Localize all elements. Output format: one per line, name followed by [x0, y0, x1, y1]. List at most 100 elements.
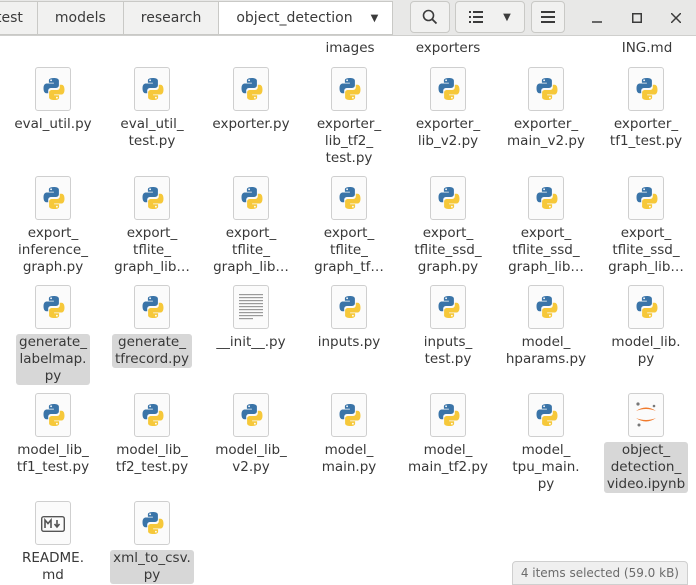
- file-item[interactable]: model_lib_ v2.py: [205, 393, 297, 476]
- breadcrumb: test models research object_detection ▼: [0, 0, 394, 36]
- breadcrumb-models[interactable]: models: [37, 1, 124, 35]
- file-name: inputs_ test.py: [423, 334, 473, 367]
- file-name: eval_util_ test.py: [120, 116, 184, 149]
- breadcrumb-label: object_detection: [236, 10, 353, 26]
- file-item[interactable]: model_ hparams.py: [500, 285, 592, 368]
- partial-item-label[interactable]: ING.md: [607, 40, 687, 56]
- file-item[interactable]: model_ tpu_main. py: [500, 393, 592, 493]
- python-icon: [142, 187, 164, 209]
- file-item[interactable]: inputs.py: [303, 285, 395, 351]
- file-item[interactable]: export_ tflite_ssd_ graph_lib…: [600, 176, 692, 276]
- file-icon: [134, 285, 170, 329]
- file-icon: [233, 176, 269, 220]
- file-item[interactable]: README. md: [7, 501, 99, 584]
- file-icon: [628, 285, 664, 329]
- maximize-button[interactable]: [625, 6, 649, 30]
- file-name: model_lib_ v2.py: [215, 442, 287, 475]
- file-name: model_lib. py: [611, 334, 681, 367]
- file-icon: [430, 67, 466, 111]
- chevron-down-icon: ▼: [370, 12, 379, 24]
- minimize-button[interactable]: [585, 6, 609, 30]
- file-icon: [331, 393, 367, 437]
- file-name: exporter_ lib_tf2_ test.py: [316, 116, 382, 166]
- jupyter-icon: [636, 402, 656, 427]
- python-icon: [339, 296, 361, 318]
- search-button[interactable]: [410, 1, 450, 33]
- file-name: export_ tflite_ssd_ graph_lib…: [508, 225, 584, 275]
- file-item[interactable]: exporter.py: [205, 67, 297, 133]
- file-name: model_ main.py: [321, 442, 377, 475]
- file-item[interactable]: inputs_ test.py: [402, 285, 494, 368]
- maximize-icon: [632, 13, 642, 23]
- breadcrumb-label: models: [54, 10, 106, 26]
- file-name: exporter_ lib_v2.py: [415, 116, 481, 149]
- file-name: inputs.py: [317, 334, 381, 350]
- file-item[interactable]: eval_util.py: [7, 67, 99, 133]
- file-item[interactable]: eval_util_ test.py: [106, 67, 198, 150]
- file-item[interactable]: exporter_ lib_v2.py: [402, 67, 494, 150]
- file-icon: [331, 285, 367, 329]
- python-icon: [142, 512, 164, 534]
- hamburger-icon: [541, 11, 555, 23]
- breadcrumb-research[interactable]: research: [123, 1, 220, 35]
- file-icon: [628, 393, 664, 437]
- file-name: export_ tflite_ssd_ graph.py: [414, 225, 482, 275]
- partial-item-label[interactable]: exporters: [408, 40, 488, 56]
- file-icon: [134, 176, 170, 220]
- file-name: exporter_ main_v2.py: [507, 116, 585, 149]
- file-item[interactable]: export_ inference_ graph.py: [7, 176, 99, 276]
- close-button[interactable]: [664, 6, 688, 30]
- file-item[interactable]: export_ tflite_ graph_tf…: [303, 176, 395, 276]
- python-icon: [43, 187, 65, 209]
- file-name: model_lib_ tf1_test.py: [16, 442, 90, 475]
- file-item[interactable]: model_ main_tf2.py: [402, 393, 494, 476]
- file-item[interactable]: model_ main.py: [303, 393, 395, 476]
- partial-item-label[interactable]: images: [310, 40, 390, 56]
- file-item[interactable]: generate_ tfrecord.py: [106, 285, 198, 368]
- breadcrumb-object-detection[interactable]: object_detection ▼: [219, 1, 394, 35]
- file-name: export_ tflite_ graph_lib…: [213, 225, 289, 275]
- file-item[interactable]: export_ tflite_ graph_lib…: [106, 176, 198, 276]
- file-item[interactable]: export_ tflite_ graph_lib…: [205, 176, 297, 276]
- file-item[interactable]: export_ tflite_ssd_ graph.py: [402, 176, 494, 276]
- breadcrumb-label: research: [140, 10, 202, 26]
- python-icon: [339, 187, 361, 209]
- file-item[interactable]: object_ detection_ video.ipynb: [600, 393, 692, 493]
- file-name: export_ tflite_ssd_ graph_lib…: [608, 225, 684, 275]
- file-name: eval_util.py: [14, 116, 92, 132]
- python-icon: [438, 296, 460, 318]
- file-name: export_ tflite_ graph_lib…: [114, 225, 190, 275]
- file-item[interactable]: exporter_ main_v2.py: [500, 67, 592, 150]
- file-item[interactable]: export_ tflite_ssd_ graph_lib…: [500, 176, 592, 276]
- file-icon: [35, 393, 71, 437]
- python-icon: [536, 404, 558, 426]
- file-name: export_ tflite_ graph_tf…: [314, 225, 384, 275]
- close-icon: [671, 13, 681, 23]
- file-item[interactable]: model_lib. py: [600, 285, 692, 368]
- file-icon: [35, 176, 71, 220]
- python-icon: [438, 404, 460, 426]
- file-item[interactable]: exporter_ tf1_test.py: [600, 67, 692, 150]
- file-item[interactable]: generate_ labelmap. py: [7, 285, 99, 385]
- menu-button[interactable]: [531, 1, 565, 33]
- python-icon: [142, 78, 164, 100]
- file-item[interactable]: xml_to_csv. py: [106, 501, 198, 584]
- file-item[interactable]: model_lib_ tf1_test.py: [7, 393, 99, 476]
- file-item[interactable]: exporter_ lib_tf2_ test.py: [303, 67, 395, 167]
- search-icon: [422, 9, 438, 25]
- view-options-button[interactable]: ▼: [455, 1, 525, 33]
- python-icon: [536, 296, 558, 318]
- file-name: model_lib_ tf2_test.py: [115, 442, 189, 475]
- file-icon: [233, 67, 269, 111]
- file-name: exporter_ tf1_test.py: [609, 116, 683, 149]
- file-icon: [35, 67, 71, 111]
- file-icon: [430, 285, 466, 329]
- python-icon: [438, 78, 460, 100]
- breadcrumb-test[interactable]: test: [0, 1, 38, 35]
- file-icon: [430, 176, 466, 220]
- python-icon: [438, 187, 460, 209]
- file-item[interactable]: __init__.py: [205, 285, 297, 351]
- python-icon: [636, 187, 658, 209]
- file-item[interactable]: model_lib_ tf2_test.py: [106, 393, 198, 476]
- file-icon: [331, 67, 367, 111]
